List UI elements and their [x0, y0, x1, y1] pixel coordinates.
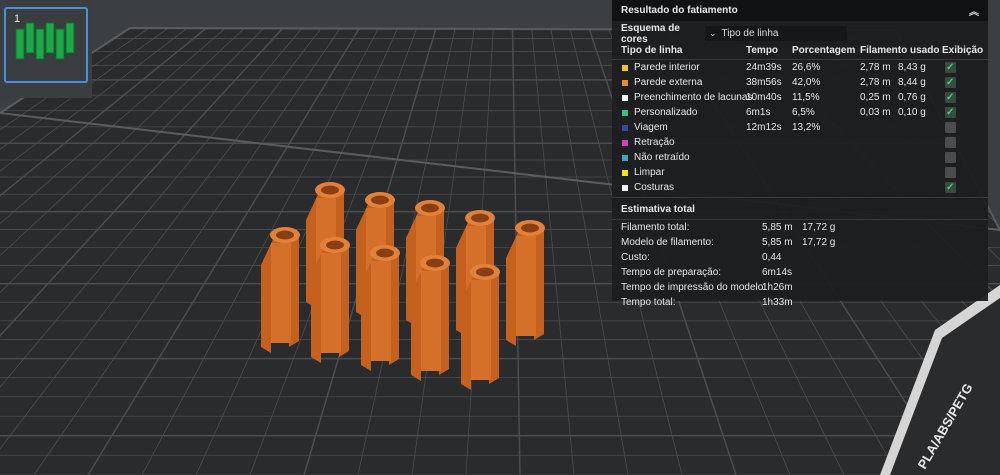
- row-grams: 0,10 g: [898, 107, 926, 118]
- total-row: Tempo de preparação: 6m14s: [612, 265, 988, 280]
- legend-swatch: [622, 95, 628, 101]
- chevron-down-icon: ⌄: [709, 28, 717, 38]
- row-grams: 8,44 g: [898, 77, 926, 88]
- display-checkbox[interactable]: [945, 152, 956, 163]
- table-row: Viagem 12m12s 13,2%: [612, 120, 988, 135]
- display-checkbox[interactable]: [945, 105, 956, 120]
- row-time: 10m40s: [746, 92, 782, 103]
- total-label: Tempo de impressão do modelo:: [621, 282, 767, 293]
- total-label: Custo:: [621, 252, 650, 263]
- row-type: Não retraído: [634, 152, 690, 163]
- row-percent: 13,2%: [792, 122, 821, 133]
- row-type: Preenchimento de lacunas: [634, 92, 753, 103]
- display-checkbox[interactable]: [945, 167, 956, 178]
- header-display: Exibição: [942, 45, 984, 56]
- total-value-1: 6m14s: [762, 267, 793, 278]
- panel-title: Resultado do fatiamento: [621, 5, 738, 16]
- collapse-chevron-up-icon[interactable]: ︽: [969, 3, 979, 18]
- color-scheme-select[interactable]: ⌄ Tipo de linha: [705, 26, 847, 41]
- legend-swatch: [622, 80, 628, 86]
- color-scheme-row: Esquema de cores ⌄ Tipo de linha: [612, 22, 988, 45]
- row-percent: 6,5%: [792, 107, 815, 118]
- total-value-2: 17,72 g: [802, 222, 836, 233]
- panel-header: Resultado do fatiamento ︽: [612, 0, 988, 21]
- plate-thumbnail-panel: 1: [0, 0, 92, 98]
- row-meters: 0,25 m: [860, 92, 891, 103]
- header-type: Tipo de linha: [621, 45, 683, 56]
- row-type: Retração: [634, 137, 675, 148]
- row-type: Parede interior: [634, 62, 700, 73]
- total-value-1: 5,85 m: [762, 222, 793, 233]
- table-row: Costuras: [612, 180, 988, 195]
- plate-index: 1: [14, 13, 21, 25]
- legend-swatch: [622, 65, 628, 71]
- total-label: Tempo de preparação:: [621, 267, 722, 278]
- total-value-1: 0,44: [762, 252, 782, 263]
- row-time: 38m56s: [746, 77, 782, 88]
- total-value-1: 1h33m: [762, 297, 793, 308]
- row-type: Viagem: [634, 122, 668, 133]
- total-row: Tempo de impressão do modelo: 1h26m: [612, 280, 988, 295]
- legend-swatch: [622, 155, 628, 161]
- total-value-2: 17,72 g: [802, 237, 836, 248]
- total-row: Tempo total: 1h33m: [612, 295, 988, 310]
- table-row: Parede externa 38m56s 42,0% 2,78 m 8,44 g: [612, 75, 988, 90]
- slicing-result-panel: Resultado do fatiamento ︽ Esquema de cor…: [612, 0, 988, 308]
- legend-swatch: [622, 170, 628, 176]
- display-checkbox[interactable]: [945, 122, 956, 133]
- display-checkbox[interactable]: [945, 90, 956, 105]
- table-row: Parede interior 24m39s 26,6% 2,78 m 8,43 g: [612, 60, 988, 75]
- header-time: Tempo: [746, 45, 779, 56]
- legend-swatch: [622, 125, 628, 131]
- row-type: Parede externa: [634, 77, 703, 88]
- display-checkbox[interactable]: [945, 137, 956, 148]
- row-grams: 8,43 g: [898, 62, 926, 73]
- row-meters: 0,03 m: [860, 107, 891, 118]
- legend-swatch: [622, 185, 628, 191]
- row-type: Personalizado: [634, 107, 698, 118]
- row-time: 24m39s: [746, 62, 782, 73]
- total-row: Modelo de filamento: 5,85 m 17,72 g: [612, 235, 988, 250]
- total-estimate-table: Filamento total: 5,85 m 17,72 g Modelo de f…: [612, 220, 988, 310]
- table-row: Retração: [612, 135, 988, 150]
- total-value-1: 1h26m: [762, 282, 793, 293]
- display-checkbox[interactable]: [945, 75, 956, 90]
- row-type: Limpar: [634, 167, 665, 178]
- row-type: Costuras: [634, 182, 675, 193]
- row-grams: 0,76 g: [898, 92, 926, 103]
- row-meters: 2,78 m: [860, 77, 891, 88]
- row-percent: 42,0%: [792, 77, 821, 88]
- row-time: 6m1s: [746, 107, 771, 118]
- table-row: Limpar: [612, 165, 988, 180]
- table-row: Preenchimento de lacunas 10m40s 11,5% 0,25 …: [612, 90, 988, 105]
- total-row: Filamento total: 5,85 m 17,72 g: [612, 220, 988, 235]
- display-checkbox[interactable]: [945, 60, 956, 75]
- total-row: Custo: 0,44: [612, 250, 988, 265]
- color-scheme-value: Tipo de linha: [721, 28, 779, 39]
- color-scheme-label: Esquema de cores: [621, 22, 680, 45]
- table-row: Não retraído: [612, 150, 988, 165]
- display-checkbox[interactable]: [945, 180, 956, 195]
- legend-swatch: [622, 110, 628, 116]
- total-label: Filamento total:: [621, 222, 690, 233]
- total-estimate-title: Estimativa total: [612, 201, 988, 220]
- line-type-table: Parede interior24m39s26,6%2,78 m8,43 gPa…: [612, 60, 988, 195]
- row-time: 12m12s: [746, 122, 782, 133]
- total-label: Tempo total:: [621, 297, 676, 308]
- header-percent: Porcentagem: [792, 45, 856, 56]
- legend-swatch: [622, 140, 628, 146]
- row-percent: 11,5%: [792, 92, 820, 103]
- table-row: Personalizado 6m1s 6,5% 0,03 m 0,10 g: [612, 105, 988, 120]
- header-filament: Filamento usado: [860, 45, 940, 56]
- row-meters: 2,78 m: [860, 62, 891, 73]
- total-value-1: 5,85 m: [762, 237, 793, 248]
- row-percent: 26,6%: [792, 62, 821, 73]
- table-header: Tipo de linha Tempo Porcentagem Filament…: [612, 43, 988, 60]
- total-label: Modelo de filamento:: [621, 237, 714, 248]
